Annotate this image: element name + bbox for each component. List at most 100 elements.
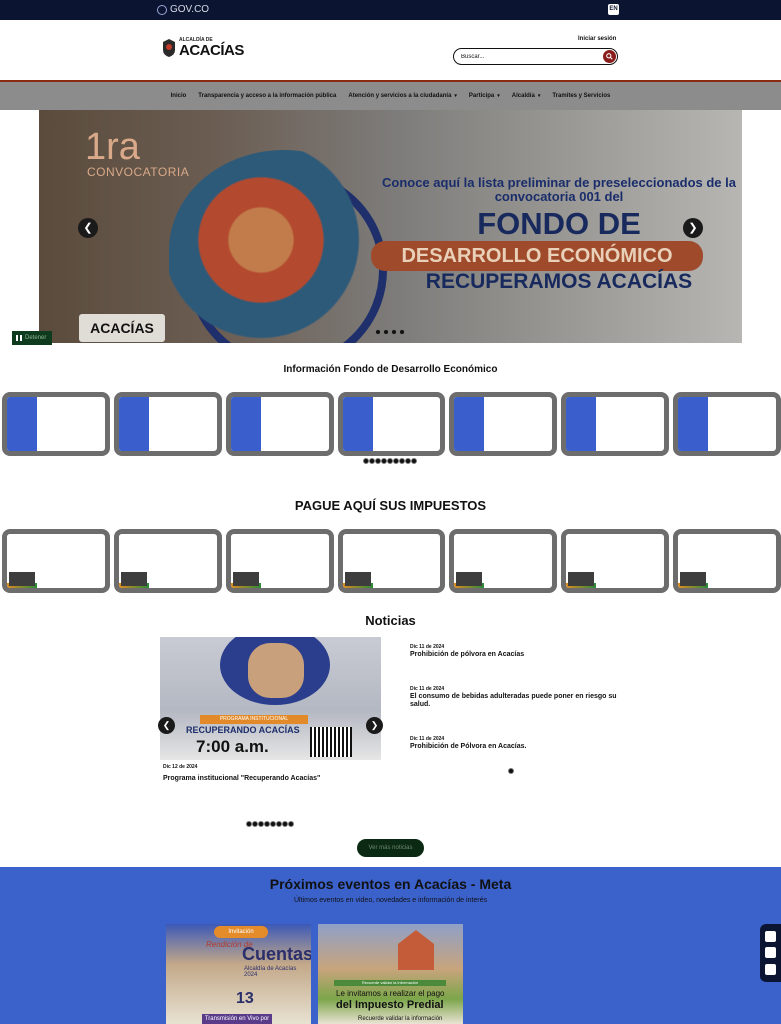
hero-next-button[interactable]: ❯ (683, 218, 703, 238)
chevron-down-icon: ▾ (537, 93, 541, 99)
nav-item-label: Alcaldía (511, 93, 535, 99)
card-thumbnail (566, 397, 597, 451)
login-link[interactable]: Iniciar sesión (578, 36, 616, 42)
contrast-icon[interactable] (765, 930, 776, 942)
hero-dot[interactable] (375, 329, 381, 335)
building-icon (7, 534, 37, 588)
hero-dots (375, 329, 405, 335)
info-card[interactable] (113, 392, 222, 456)
main-navigation: Inicio Transparencia y acceso a la inform… (0, 80, 781, 110)
impuestos-title: PAGUE AQUÍ SUS IMPUESTOS (294, 498, 487, 513)
event-big-text: Cuentas (242, 944, 311, 964)
info-card[interactable] (673, 529, 781, 593)
nav-item[interactable]: Atención y servicios a la ciudadanía ▾ (348, 93, 457, 99)
hero-dot[interactable] (383, 329, 389, 335)
event-subtext: Alcaldía de Acacías 2024 (244, 966, 297, 978)
event-subtext: Recuerde validar la información (358, 1016, 443, 1022)
info-card[interactable] (225, 529, 334, 593)
side-news-date: Dic 11 de 2024 (410, 644, 445, 650)
accessibility-toolbar (760, 924, 781, 982)
govco-label: GOV.CO (170, 4, 210, 15)
site-logo[interactable]: ALCALDÍA DE ACACÍAS (162, 38, 244, 58)
card-thumbnail (118, 397, 149, 451)
noticias-title: Noticias (365, 613, 416, 628)
card-thumbnail (230, 397, 261, 451)
building-icon (118, 534, 149, 588)
side-news-title[interactable]: Prohibición de pólvora en Acacías (410, 651, 620, 659)
search-button[interactable] (603, 50, 616, 63)
nav-item-label: Tramites y Servicios (552, 93, 611, 99)
info-card[interactable] (113, 529, 222, 593)
event-day: 13 (236, 990, 254, 1007)
impuestos-cards (0, 529, 781, 593)
hero-1ra: 1ra (85, 126, 140, 168)
nav-item[interactable]: Transparencia y acceso a la información … (198, 93, 336, 99)
pause-label: Detener (25, 335, 47, 341)
fondo-cards (0, 392, 781, 456)
event-card[interactable]: Invitación Rendición de Cuentas Alcaldía… (166, 924, 311, 1024)
building-icon (566, 534, 597, 588)
info-card[interactable] (225, 392, 334, 456)
nav-item[interactable]: Participa ▾ (469, 93, 500, 99)
news-image-headline: RECUPERANDO ACACÍAS (186, 725, 300, 735)
hero-logo-badge: ACACÍAS (79, 314, 165, 342)
news-image-time: 7:00 a.m. (196, 737, 269, 756)
language-button[interactable]: EN (608, 4, 619, 15)
hero-dot[interactable] (399, 329, 405, 335)
card-thumbnail (454, 397, 485, 451)
text-size-icon[interactable] (765, 947, 776, 959)
nav-item[interactable]: Alcaldía ▾ (512, 93, 541, 99)
event-card[interactable]: Recuerde validar la información Le invit… (318, 924, 463, 1024)
news-prev-button[interactable]: ❮ (158, 717, 175, 734)
info-card[interactable] (673, 392, 781, 456)
accessibility-icon[interactable] (765, 964, 776, 976)
nav-item-label: Inicio (170, 93, 187, 99)
building-icon (230, 534, 261, 588)
featured-news-title[interactable]: Programa institucional "Recuperando Acac… (163, 775, 320, 783)
more-news-button[interactable]: Ver más noticias (357, 839, 424, 857)
search-box (453, 48, 618, 65)
events-subtitle: Últimos eventos en video, novedades e in… (294, 897, 487, 904)
hero-line1: Conoce aquí la lista preliminar de prese… (381, 175, 736, 205)
hero-convocatoria: CONVOCATORIA (87, 165, 190, 179)
fondo-title: Información Fondo de Desarrollo Económic… (283, 364, 498, 375)
building-icon (454, 534, 485, 588)
side-news-dot[interactable] (508, 768, 514, 774)
hero-dot[interactable] (391, 329, 397, 335)
hero-line4: RECUPERAMOS ACACÍAS (425, 270, 693, 293)
logo-big-text: ACACÍAS (179, 42, 244, 59)
church-icon (398, 930, 434, 970)
building-icon (678, 534, 709, 588)
featured-news-date: Dic 12 de 2024 (163, 764, 198, 770)
info-card[interactable] (449, 392, 558, 456)
nav-item[interactable]: Tramites y Servicios (552, 93, 610, 99)
chevron-down-icon: ▾ (497, 93, 500, 99)
info-card[interactable] (337, 392, 446, 456)
govco-topbar: GOV.CO EN (0, 0, 781, 20)
hero-prev-button[interactable]: ❮ (78, 218, 98, 238)
govco-link[interactable]: GOV.CO (157, 4, 209, 15)
info-card[interactable] (561, 529, 670, 593)
search-input[interactable] (461, 51, 596, 62)
nav-item[interactable]: Inicio (171, 93, 187, 99)
event-live-label: Transmisión en Vivo por (202, 1014, 272, 1024)
side-news-title[interactable]: El consumo de bebidas adulteradas puede … (410, 693, 620, 710)
info-card[interactable] (2, 529, 110, 593)
info-card[interactable] (561, 392, 670, 456)
hero-carousel: 1ra CONVOCATORIA Conoce aquí la lista pr… (39, 110, 742, 343)
chevron-left-icon: ❮ (83, 222, 93, 234)
news-next-button[interactable]: ❯ (366, 717, 383, 734)
info-card[interactable] (449, 529, 558, 593)
side-news-title[interactable]: Prohibición de Pólvora en Acacías. (410, 743, 620, 751)
hero-pause-button[interactable]: Detener (12, 331, 52, 345)
card-thumbnail (678, 397, 709, 451)
govco-icon (157, 4, 167, 15)
chevron-right-icon: ❯ (688, 222, 698, 234)
news-dots (246, 821, 294, 827)
news-dot[interactable] (288, 821, 294, 827)
side-news-date: Dic 11 de 2024 (410, 736, 445, 742)
fondo-dot[interactable] (411, 458, 417, 464)
info-card[interactable] (2, 392, 110, 456)
info-card[interactable] (337, 529, 446, 593)
featured-news-image[interactable]: PROGRAMA INSTITUCIONAL RECUPERANDO ACACÍ… (160, 637, 381, 760)
